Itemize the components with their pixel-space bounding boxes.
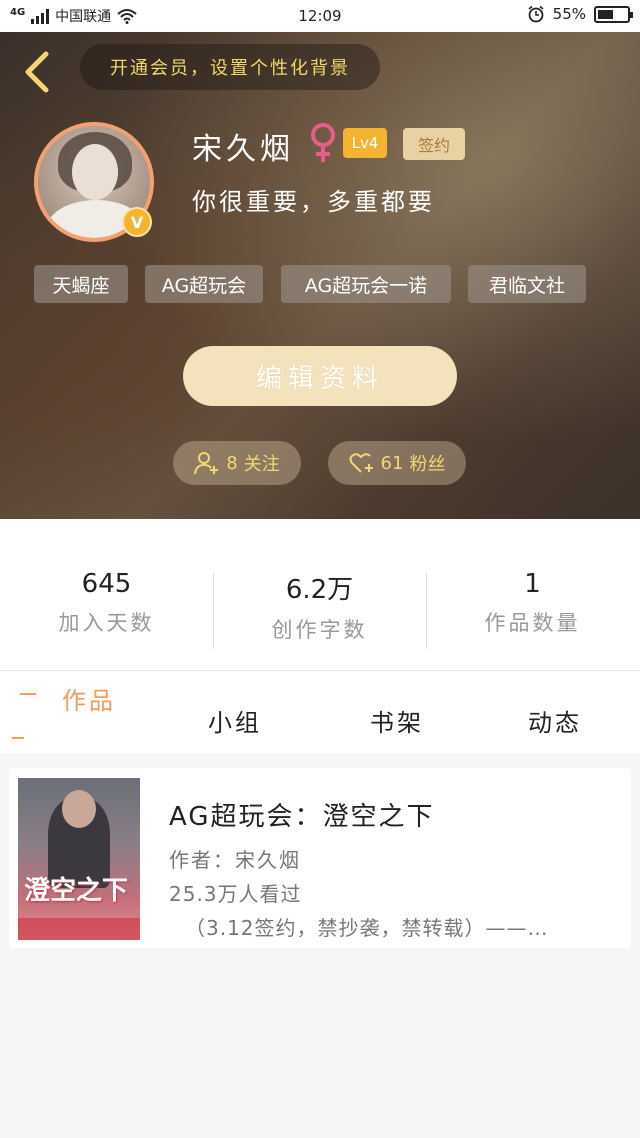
- battery-percent: 55%: [552, 5, 586, 23]
- tab-works[interactable]: 作品: [62, 681, 116, 716]
- tab-bookshelf[interactable]: 书架: [370, 703, 424, 738]
- stat-value: 1: [524, 569, 541, 599]
- tab-bar: 作品 小组 书架 动态: [0, 671, 640, 753]
- fans-button[interactable]: 61 粉丝: [328, 441, 466, 485]
- fans-count: 61: [380, 452, 404, 474]
- book-cover[interactable]: 澄空之下: [18, 778, 140, 940]
- alarm-icon: [528, 5, 544, 23]
- tab-indicator: [12, 737, 24, 739]
- following-label: 关注: [243, 454, 280, 475]
- cover-band: [18, 918, 140, 940]
- tab-indicator: [20, 693, 36, 695]
- tab-activity[interactable]: 动态: [528, 703, 582, 738]
- work-views: 25.3万人看过: [169, 882, 302, 906]
- fans-label: 粉丝: [409, 454, 446, 475]
- stat-value: 645: [81, 569, 132, 599]
- avatar-face: [72, 144, 118, 200]
- level-badge: Lv4: [343, 128, 387, 158]
- stat-word-count: 6.2万 创作字数: [213, 569, 426, 644]
- tag-item[interactable]: 天蝎座: [34, 265, 128, 303]
- tag-item[interactable]: 君临文社: [468, 265, 586, 303]
- tag-item[interactable]: AG超玩会: [145, 265, 263, 303]
- stat-value: 6.2万: [285, 575, 354, 605]
- female-icon: [311, 123, 335, 162]
- following-count: 8: [226, 452, 238, 474]
- back-button[interactable]: [18, 50, 58, 94]
- stat-label: 作品数量: [484, 611, 581, 635]
- works-list: 澄空之下 AG超玩会：澄空之下 作者：宋久烟 25.3万人看过 （3.12签约，…: [0, 753, 640, 1138]
- stat-label: 创作字数: [271, 618, 368, 642]
- vip-badge: V: [122, 207, 152, 237]
- heart-plus-icon: [349, 453, 373, 473]
- tab-groups[interactable]: 小组: [208, 703, 262, 738]
- status-right: 55%: [527, 5, 633, 23]
- battery-icon: [594, 5, 633, 23]
- stat-label: 加入天数: [58, 611, 155, 635]
- work-title[interactable]: AG超玩会：澄空之下: [169, 796, 434, 833]
- following-button[interactable]: 8 关注: [173, 441, 301, 485]
- vip-banner[interactable]: 开通会员，设置个性化背景: [80, 44, 380, 90]
- work-card[interactable]: 澄空之下 AG超玩会：澄空之下 作者：宋久烟 25.3万人看过 （3.12签约，…: [9, 768, 631, 948]
- tag-item[interactable]: AG超玩会一诺: [281, 265, 451, 303]
- work-author: 作者：宋久烟: [169, 848, 301, 872]
- stat-work-count: 1 作品数量: [426, 569, 639, 637]
- profile-header: 开通会员，设置个性化背景 V 宋久烟 Lv4 签约 你很重要，多重都要 天蝎座 …: [0, 32, 640, 519]
- bio: 你很重要，多重都要: [192, 188, 435, 216]
- edit-profile-button[interactable]: 编辑资料: [183, 346, 457, 406]
- cover-figure-head: [62, 790, 96, 828]
- username: 宋久烟: [192, 132, 294, 167]
- stats-panel: 645 加入天数 6.2万 创作字数 1 作品数量: [0, 519, 640, 671]
- work-note: （3.12签约，禁抄袭，禁转载）——…: [185, 916, 549, 940]
- signed-badge: 签约: [403, 128, 465, 160]
- status-bar: 4G 中国联通 12:09 55%: [0, 0, 640, 32]
- stat-join-days: 645 加入天数: [0, 569, 213, 637]
- cover-title: 澄空之下: [24, 876, 129, 906]
- battery-fill: [598, 9, 613, 19]
- person-add-icon: [194, 452, 219, 475]
